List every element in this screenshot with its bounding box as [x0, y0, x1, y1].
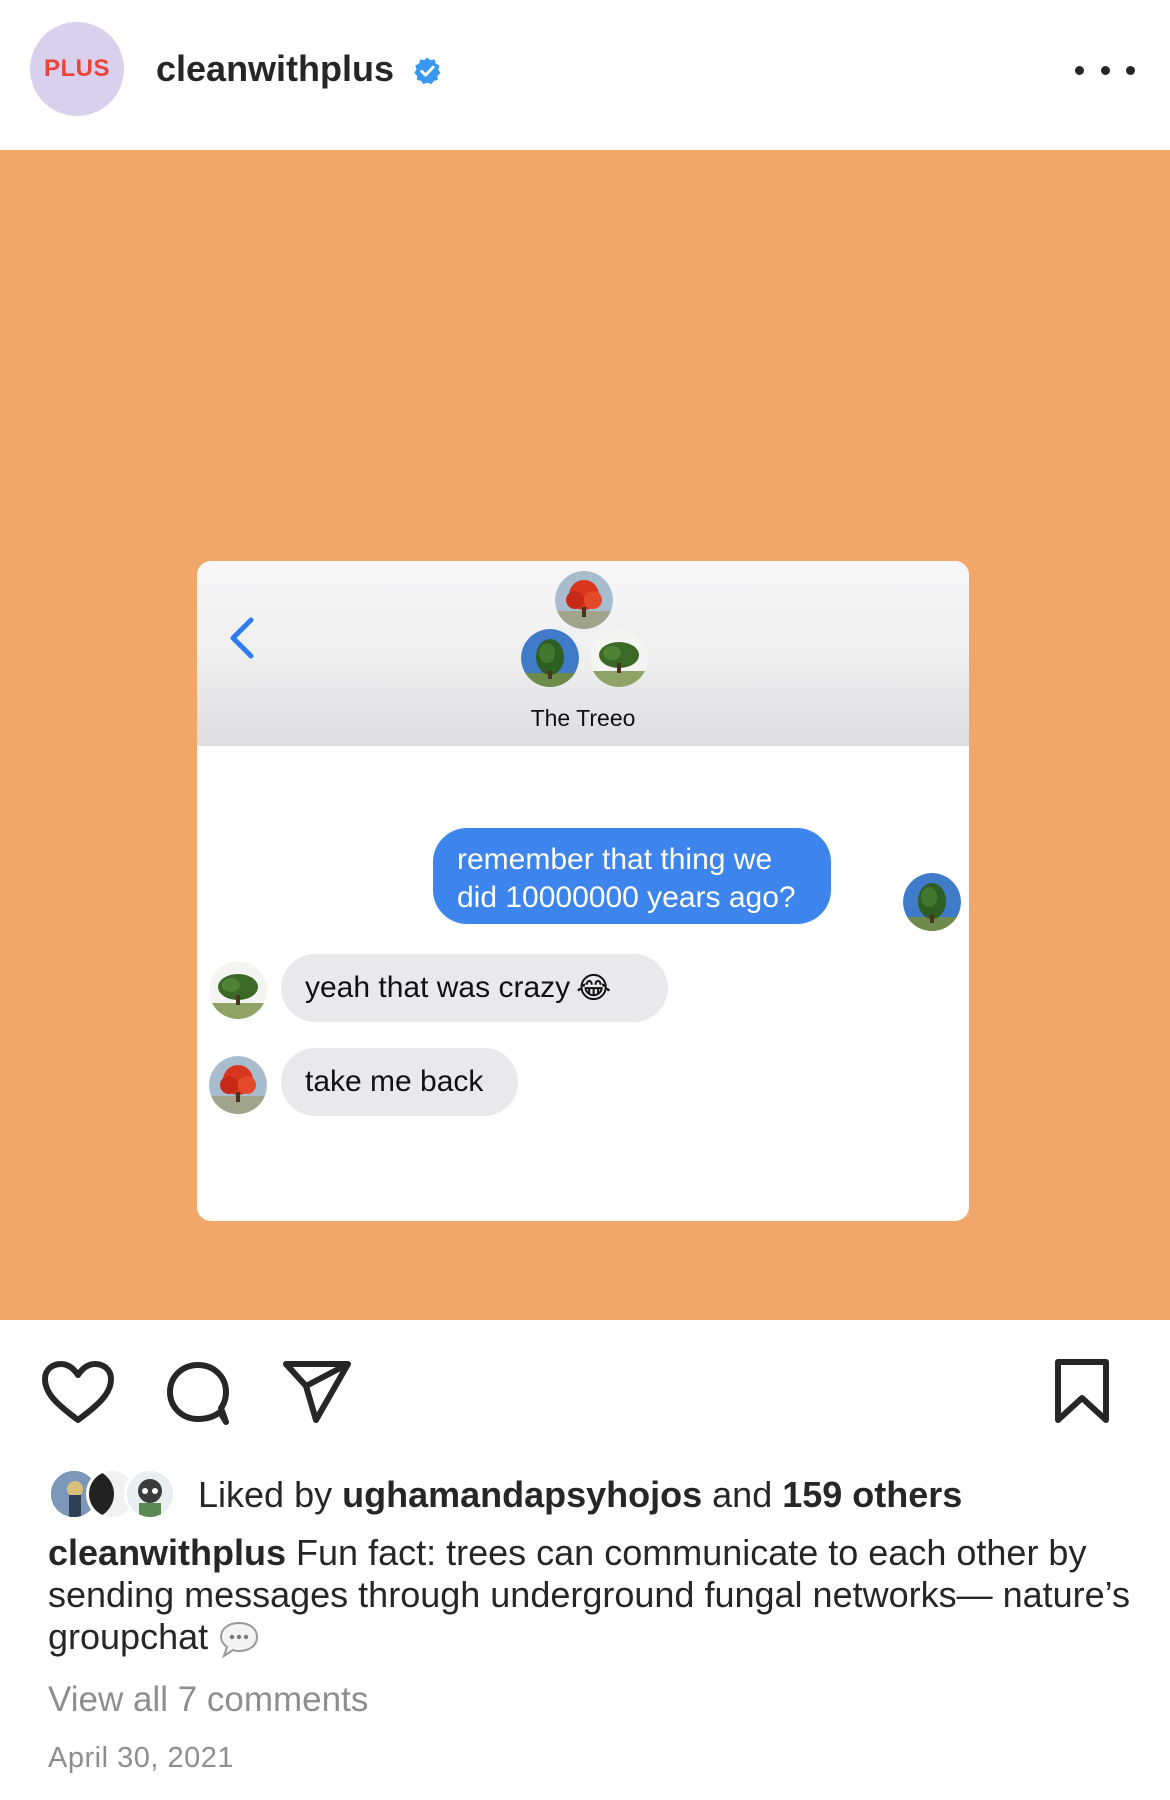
caption-username[interactable]: cleanwithplus	[48, 1532, 286, 1573]
message-text: take me back	[305, 1065, 484, 1098]
likes-count-link[interactable]: 159 others	[782, 1474, 962, 1515]
view-all-comments-link[interactable]: View all 7 comments	[48, 1680, 368, 1720]
outgoing-message: remember that thing we did 10000000 year…	[433, 828, 831, 924]
profile-avatar[interactable]: PLUS	[30, 22, 124, 116]
liked-by-prefix: Liked by	[198, 1474, 343, 1515]
liked-by-text: Liked by ughamandapsyhojos and 159 other…	[198, 1474, 962, 1516]
sender-pine-avatar	[903, 873, 961, 931]
oak-tree-avatar	[590, 629, 648, 687]
heart-icon[interactable]	[40, 1360, 116, 1426]
avatar-logo-text: PLUS	[43, 55, 110, 82]
red-tree-avatar	[555, 571, 613, 629]
post-actions	[0, 1320, 1170, 1460]
back-chevron-icon	[230, 617, 254, 659]
more-options-icon[interactable]	[1075, 50, 1135, 90]
comment-icon[interactable]	[164, 1360, 232, 1426]
liked-by-and: and	[702, 1474, 783, 1515]
laughing-emoji-icon: 😂	[576, 972, 612, 1006]
red-tree-reply-avatar	[209, 1056, 267, 1114]
message-text: remember that thing we did 10000000 year…	[457, 843, 796, 914]
liker-username[interactable]: ughamandapsyhojos	[342, 1474, 702, 1515]
chat-header: The Treeo	[197, 561, 969, 746]
likes-summary[interactable]: Liked by ughamandapsyhojos and 159 other…	[48, 1468, 1148, 1520]
post-header: PLUS cleanwithplus	[0, 0, 1170, 150]
post-caption: cleanwithplus Fun fact: trees can commun…	[48, 1532, 1138, 1659]
bookmark-icon[interactable]	[1052, 1358, 1112, 1424]
post-username[interactable]: cleanwithplus	[156, 48, 394, 90]
incoming-message: yeah that was crazy 😂	[281, 954, 668, 1022]
incoming-message: take me back	[281, 1048, 518, 1116]
verified-badge-icon	[414, 57, 441, 85]
message-text: yeah that was crazy	[305, 971, 571, 1004]
pine-tree-avatar	[521, 629, 579, 687]
post-image[interactable]: The Treeo remember that thing we did 100…	[0, 150, 1170, 1320]
chat-group-name: The Treeo	[530, 705, 636, 731]
liker-avatar	[124, 1468, 176, 1520]
oak-tree-reply-avatar	[209, 961, 267, 1019]
paper-plane-icon[interactable]	[282, 1360, 354, 1424]
post-date: April 30, 2021	[48, 1742, 234, 1774]
liker-avatars	[48, 1468, 178, 1520]
speech-bubble-emoji-icon	[220, 1622, 259, 1659]
chat-screenshot-card: The Treeo remember that thing we did 100…	[197, 561, 969, 1221]
